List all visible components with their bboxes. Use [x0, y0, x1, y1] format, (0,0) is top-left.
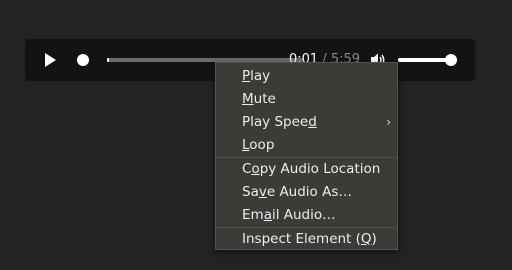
- menu-item-mute[interactable]: Mute: [216, 88, 397, 111]
- mnemonic-letter: v: [258, 184, 267, 200]
- menu-item-save-audio-as[interactable]: Save Audio As…: [216, 181, 397, 204]
- menu-item-play-speed[interactable]: Play Speed ›: [216, 111, 397, 134]
- menu-item-email-audio[interactable]: Email Audio…: [216, 204, 397, 227]
- menu-item-label: Mute: [242, 91, 276, 107]
- volume-thumb[interactable]: [445, 54, 457, 66]
- seek-progress: [107, 58, 109, 62]
- mnemonic-letter: d: [308, 114, 317, 130]
- mnemonic-letter: P: [242, 68, 251, 84]
- play-button[interactable]: [41, 51, 59, 69]
- mnemonic-letter: o: [251, 161, 260, 177]
- menu-item-label: Loop: [242, 137, 275, 153]
- mnemonic-letter: Q: [360, 231, 372, 247]
- menu-item-label: Email Audio…: [242, 207, 336, 223]
- menu-item-label: Play: [242, 68, 271, 84]
- mnemonic-letter: a: [263, 207, 272, 223]
- seek-thumb[interactable]: [77, 54, 89, 66]
- menu-item-label: Inspect Element (Q): [242, 231, 377, 247]
- play-icon: [45, 53, 56, 67]
- menu-item-inspect-element[interactable]: Inspect Element (Q): [216, 228, 397, 251]
- menu-item-label: Copy Audio Location: [242, 161, 381, 177]
- page: 0:01 / 5:59 Play Mute Play Speed › Loop …: [0, 0, 512, 270]
- mnemonic-letter: M: [242, 91, 254, 107]
- menu-item-copy-audio-location[interactable]: Copy Audio Location: [216, 158, 397, 181]
- context-menu: Play Mute Play Speed › Loop Copy Audio L…: [215, 62, 398, 250]
- menu-item-label: Play Speed: [242, 114, 317, 130]
- menu-item-label: Save Audio As…: [242, 184, 352, 200]
- mnemonic-letter: L: [242, 137, 250, 153]
- menu-item-loop[interactable]: Loop: [216, 134, 397, 157]
- chevron-right-icon: ›: [386, 115, 391, 129]
- menu-item-play[interactable]: Play: [216, 65, 397, 88]
